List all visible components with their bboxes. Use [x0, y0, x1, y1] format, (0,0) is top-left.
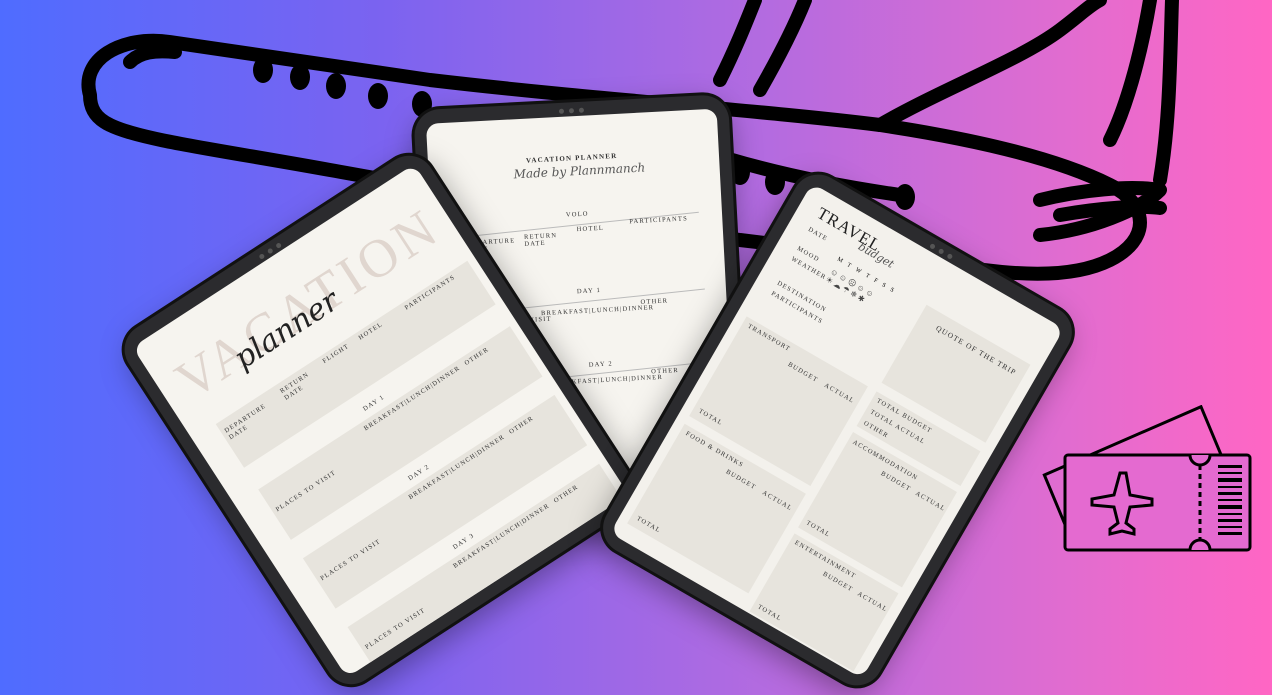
day-s: S — [880, 282, 887, 290]
right-weather: WEATHER — [789, 255, 828, 282]
day-t2: T — [864, 272, 871, 280]
center-return: RETURN DATE — [523, 232, 558, 248]
center-participants: PARTICIPANTS — [629, 215, 689, 226]
center-other-1: OTHER — [640, 297, 669, 306]
day-f: F — [872, 277, 879, 285]
plane-ticket-icon — [1042, 405, 1252, 552]
day-m: M — [835, 256, 844, 265]
day-t: T — [845, 262, 852, 270]
camera-icon — [558, 107, 584, 114]
center-day2: DAY 2 — [588, 360, 614, 369]
center-other-2: OTHER — [651, 366, 680, 376]
center-meals-1: BREAKFAST|LUNCH|DINNER — [540, 304, 655, 318]
center-day1: DAY 1 — [576, 286, 602, 296]
center-hotel: HOTEL — [576, 224, 605, 234]
center-volo: VOLO — [565, 210, 589, 219]
day-w: W — [854, 266, 863, 276]
right-date: DATE — [806, 226, 829, 243]
day-s2: S — [888, 287, 895, 294]
